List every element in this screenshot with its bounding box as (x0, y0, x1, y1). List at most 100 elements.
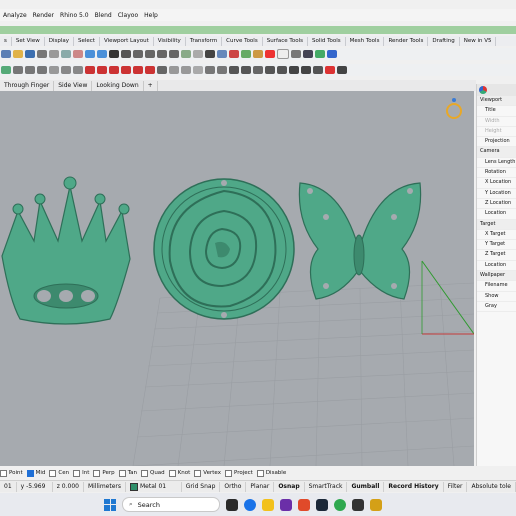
menu-rhino5[interactable]: Rhino 5.0 (57, 12, 92, 19)
viewtab-through-finger[interactable]: Through Finger (0, 80, 55, 91)
tab-set-view[interactable]: Set View (12, 36, 45, 46)
osnap-project-checkbox[interactable] (224, 469, 232, 477)
osnap-int[interactable]: Int (73, 469, 89, 477)
osnap-vertex[interactable]: Vertex (194, 469, 221, 477)
cone-icon[interactable] (205, 66, 215, 74)
zoom-selected-icon[interactable] (169, 50, 179, 58)
zoom-extents-icon[interactable] (157, 50, 167, 58)
star-icon[interactable] (301, 66, 311, 74)
prop-target-location[interactable]: Location (477, 261, 516, 272)
redo-icon[interactable] (97, 50, 107, 58)
camera-view-icon[interactable] (157, 66, 167, 74)
new-icon[interactable] (1, 50, 11, 58)
viewtab-side-view[interactable]: Side View (54, 80, 93, 91)
array-icon[interactable] (241, 66, 251, 74)
osnap-knot-checkbox[interactable] (168, 469, 176, 477)
rhino-app-icon[interactable] (352, 498, 364, 511)
ortho-toggle[interactable]: Ortho (220, 481, 247, 492)
zoom-icon[interactable] (133, 50, 143, 58)
osnap-knot[interactable]: Knot (168, 469, 190, 477)
tab-transform[interactable]: Transform (186, 36, 223, 46)
osnap-mid-checkbox[interactable] (26, 469, 34, 477)
trim-icon[interactable] (1, 66, 11, 74)
gem-icon[interactable] (217, 66, 227, 74)
split-icon[interactable] (13, 66, 23, 74)
prop-x-target[interactable]: X Target (477, 230, 516, 241)
prop-location[interactable]: Location (477, 209, 516, 220)
osnap-disable-checkbox[interactable] (256, 469, 264, 477)
file-explorer-icon[interactable] (262, 498, 274, 511)
osnap-perp[interactable]: Perp (93, 469, 115, 477)
solid-red-3-icon[interactable] (109, 66, 119, 74)
fillet-icon[interactable] (61, 66, 71, 74)
solid-red-5-icon[interactable] (133, 66, 143, 74)
paste-icon[interactable] (73, 50, 83, 58)
gear-icon[interactable] (253, 66, 263, 74)
osnap-vertex-checkbox[interactable] (194, 469, 202, 477)
butterfly-pendant-model[interactable] (298, 182, 422, 300)
menu-help[interactable]: Help (141, 12, 161, 19)
zoom-window-icon[interactable] (145, 50, 155, 58)
tab-new-in-v5[interactable]: New in V5 (460, 36, 497, 46)
render-settings-icon[interactable] (303, 50, 313, 58)
menu-analyze[interactable]: Analyze (0, 12, 30, 19)
osnap-quad[interactable]: Quad (140, 469, 165, 477)
camera-icon[interactable] (315, 50, 325, 58)
perspective-viewport[interactable] (0, 91, 474, 466)
four-view-icon[interactable] (181, 50, 191, 58)
prop-lens-length[interactable]: Lens Length (477, 158, 516, 169)
solid-red-1-icon[interactable] (85, 66, 95, 74)
tab-render-tools[interactable]: Render Tools (384, 36, 429, 46)
solid-red-6-icon[interactable] (145, 66, 155, 74)
cursor-icon[interactable] (337, 66, 347, 74)
navigation-ring-icon[interactable] (446, 98, 462, 119)
tab-s[interactable]: s (0, 36, 12, 46)
tab-surface-tools[interactable]: Surface Tools (263, 36, 308, 46)
app-yellow-icon[interactable] (370, 498, 382, 511)
cylinder-icon[interactable] (181, 66, 191, 74)
edge-browser-icon[interactable] (244, 498, 256, 511)
gumball-toggle[interactable]: Gumball (347, 481, 385, 492)
app-purple-icon[interactable] (280, 498, 292, 511)
osnap-cen[interactable]: Cen (49, 469, 69, 477)
viewtab-looking-down[interactable]: Looking Down (92, 80, 144, 91)
offset-icon[interactable] (49, 66, 59, 74)
crown-tool-icon[interactable] (289, 66, 299, 74)
dimension-icon[interactable] (265, 66, 275, 74)
planar-toggle[interactable]: Planar (246, 481, 275, 492)
prop-show[interactable]: Show (477, 292, 516, 302)
osnap-cen-checkbox[interactable] (49, 469, 57, 477)
ring-icon[interactable] (313, 66, 323, 74)
print-icon[interactable] (37, 50, 47, 58)
add-viewport-tab-button[interactable]: + (144, 80, 158, 91)
render-sphere-icon[interactable] (291, 50, 301, 58)
osnap-tan-checkbox[interactable] (118, 469, 126, 477)
osnap-mid[interactable]: Mid (26, 469, 45, 477)
explode-icon[interactable] (37, 66, 47, 74)
box-icon[interactable] (169, 66, 179, 74)
prop-filename[interactable]: Filename (477, 281, 516, 292)
record-history-toggle[interactable]: Record History (384, 481, 444, 492)
osnap-point[interactable]: Point (0, 469, 23, 477)
tab-curve-tools[interactable]: Curve Tools (222, 36, 263, 46)
layer-display[interactable]: Metal 01 (126, 481, 182, 492)
tab-solid-tools[interactable]: Solid Tools (308, 36, 346, 46)
menu-blend[interactable]: Blend (92, 12, 115, 19)
chamfer-icon[interactable] (73, 66, 83, 74)
task-view-icon[interactable] (226, 498, 238, 511)
prop-z-target[interactable]: Z Target (477, 250, 516, 261)
osnap-toggle[interactable]: Osnap (274, 481, 305, 492)
rendered-icon[interactable] (229, 50, 239, 58)
sphere-icon[interactable] (193, 66, 203, 74)
tab-select[interactable]: Select (74, 36, 100, 46)
osnap-disable[interactable]: Disable (256, 469, 286, 477)
cut-icon[interactable] (49, 50, 59, 58)
prop-projection[interactable]: Projection (477, 137, 516, 148)
lights-icon[interactable] (241, 50, 251, 58)
steam-icon[interactable] (316, 498, 328, 511)
osnap-project[interactable]: Project (224, 469, 253, 477)
select-icon[interactable] (205, 50, 215, 58)
prop-rotation[interactable]: Rotation (477, 168, 516, 179)
units-display[interactable]: Millimeters (84, 481, 126, 492)
tab-display[interactable]: Display (45, 36, 74, 46)
